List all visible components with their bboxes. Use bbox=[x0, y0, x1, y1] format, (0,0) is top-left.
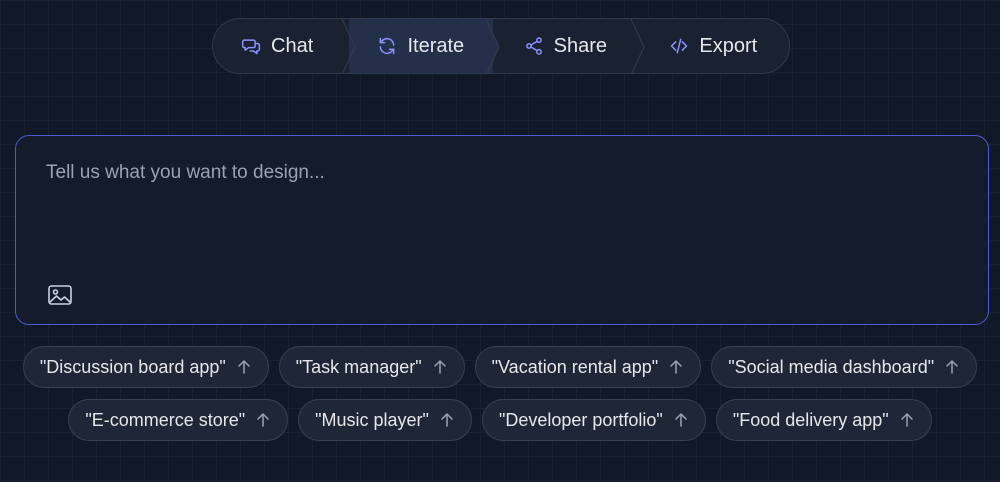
step-navigation: Chat Iterate Share Export bbox=[212, 18, 790, 74]
arrow-up-icon bbox=[441, 413, 453, 427]
step-iterate-label: Iterate bbox=[407, 34, 465, 57]
code-icon bbox=[671, 38, 688, 54]
suggestion-chip[interactable]: "Food delivery app" bbox=[715, 399, 932, 441]
suggestion-label: "Social media dashboard" bbox=[728, 356, 935, 377]
refresh-icon bbox=[380, 37, 395, 55]
chat-bubbles-icon bbox=[241, 39, 261, 55]
step-chat-label: Chat bbox=[271, 34, 314, 57]
suggestions-row-2: "E-commerce store" "Music player" "Devel… bbox=[0, 399, 1000, 441]
suggestion-label: "Food delivery app" bbox=[732, 409, 889, 430]
suggestion-chip[interactable]: "Task manager" bbox=[278, 346, 465, 388]
share-icon bbox=[525, 37, 542, 55]
step-export-label: Export bbox=[699, 34, 758, 57]
step-share-label: Share bbox=[553, 34, 607, 57]
arrow-up-icon bbox=[900, 413, 913, 427]
arrow-up-icon bbox=[675, 413, 687, 427]
suggestion-chip[interactable]: "Vacation rental app" bbox=[474, 346, 702, 388]
step-chat[interactable]: Chat bbox=[213, 19, 356, 73]
step-separator bbox=[630, 19, 645, 73]
suggestion-label: "Vacation rental app" bbox=[491, 356, 659, 377]
suggestion-label: "Developer portfolio" bbox=[498, 409, 663, 430]
suggestion-label: "Discussion board app" bbox=[39, 356, 226, 377]
step-share[interactable]: Share bbox=[493, 19, 645, 73]
suggestion-chip[interactable]: "Social media dashboard" bbox=[711, 346, 978, 388]
arrow-up-icon bbox=[946, 360, 958, 374]
arrow-up-icon bbox=[670, 360, 682, 374]
step-separator bbox=[341, 19, 356, 73]
suggestion-label: "Music player" bbox=[315, 409, 429, 430]
suggestions-row-1: "Discussion board app" "Task manager" "V… bbox=[0, 346, 1000, 388]
arrow-up-icon bbox=[238, 360, 250, 374]
suggestion-label: "Task manager" bbox=[295, 356, 422, 377]
suggestion-chip[interactable]: "Developer portfolio" bbox=[481, 399, 706, 441]
suggestion-label: "E-commerce store" bbox=[85, 409, 246, 430]
suggestion-chip[interactable]: "Discussion board app" bbox=[22, 346, 269, 388]
step-separator bbox=[485, 19, 500, 73]
arrow-up-icon bbox=[257, 413, 269, 427]
suggestion-chip[interactable]: "Music player" bbox=[298, 399, 472, 441]
arrow-up-icon bbox=[433, 360, 446, 374]
image-icon[interactable] bbox=[47, 284, 73, 306]
suggestion-chip[interactable]: "E-commerce store" bbox=[68, 399, 289, 441]
step-export[interactable]: Export bbox=[638, 19, 789, 73]
prompt-box bbox=[15, 135, 989, 325]
step-iterate[interactable]: Iterate bbox=[348, 19, 500, 73]
design-prompt-input[interactable] bbox=[46, 156, 946, 282]
